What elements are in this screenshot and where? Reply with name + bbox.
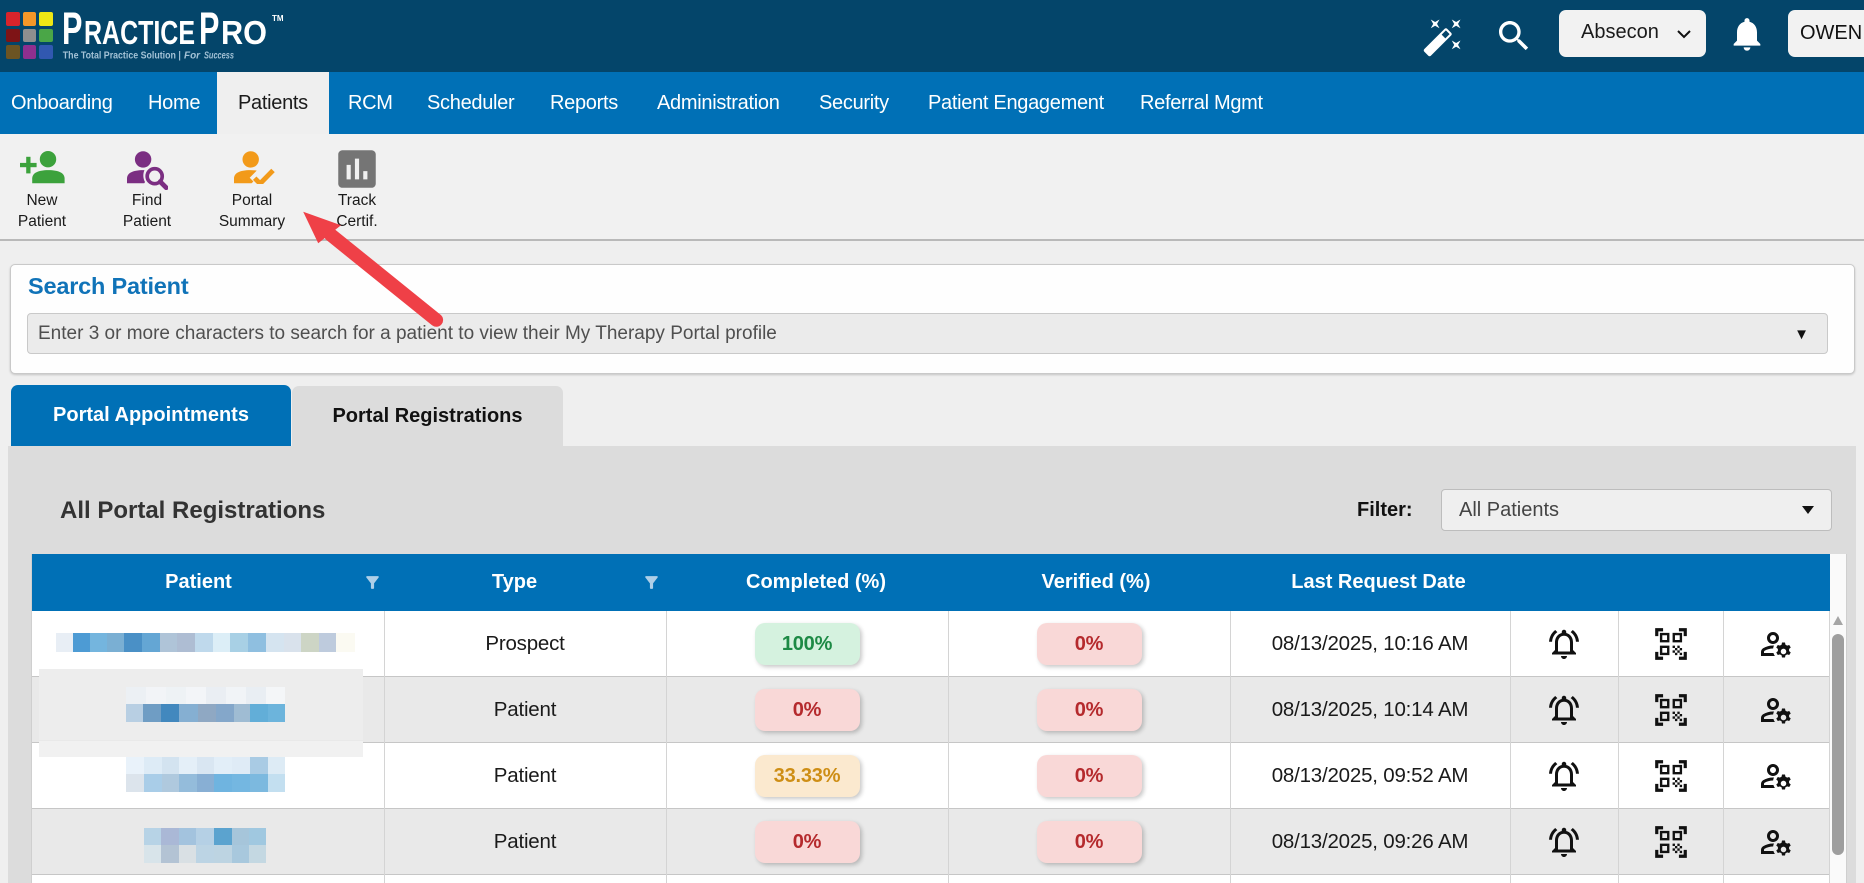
svg-text:P: P xyxy=(199,8,219,54)
svg-text:RACTICE: RACTICE xyxy=(84,14,195,51)
svg-text:For: For xyxy=(184,50,201,62)
svg-text:Success: Success xyxy=(204,50,234,62)
svg-text:TM: TM xyxy=(272,14,284,23)
svg-text:The Total Practice Solution |: The Total Practice Solution | xyxy=(63,50,181,62)
svg-text:RO: RO xyxy=(221,14,267,51)
svg-text:P: P xyxy=(62,8,82,54)
